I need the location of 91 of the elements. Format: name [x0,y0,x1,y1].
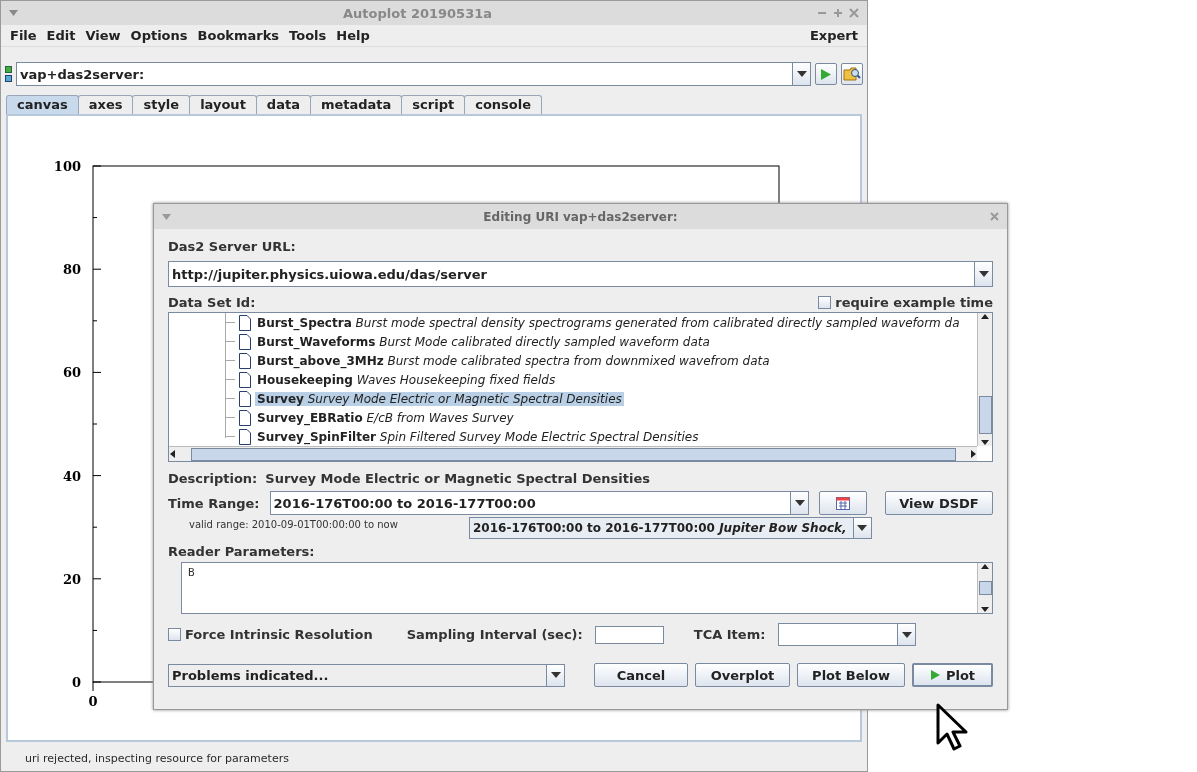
field-label: Description: [168,471,258,486]
maximize-icon[interactable] [833,8,843,18]
dataset-item[interactable]: Burst_Spectra Burst mode spectral density spectrograms generated from calibrated directly sampled waveform da [255,315,962,330]
field-label: Sampling Interval (sec): [406,627,583,642]
menu-item[interactable]: Tools [284,28,332,43]
document-icon [239,409,251,426]
menu-item[interactable]: View [80,28,126,43]
browse-button[interactable] [841,63,863,85]
scroll-left-icon[interactable] [169,450,177,458]
menu-icon[interactable] [162,213,171,220]
dataset-item[interactable]: Survey_SpinFilter Spin Filtered Survey Mode Electric Spectral Densities [255,429,701,444]
vertical-scrollbar[interactable] [977,563,992,613]
dataset-item[interactable]: Housekeeping Waves Housekeeping fixed fields [255,372,558,387]
field-label: Das2 Server URL: [168,239,297,254]
tab[interactable]: style [132,95,191,114]
play-icon [929,669,941,681]
tick-label: 100 [53,159,81,174]
view-dsdf-button[interactable]: View DSDF [884,491,993,515]
document-icon [239,390,251,407]
document-icon [239,352,251,369]
dialog-button[interactable]: Cancel [594,663,688,687]
scroll-down-icon[interactable] [981,605,989,613]
menu-item[interactable]: File [5,28,42,43]
pointer-icon [936,703,970,751]
status-message: uri rejected, inspecting resource for parameters [24,750,290,767]
reader-parameters-field[interactable]: B [181,562,993,614]
caret-icon [857,525,868,531]
dialog-button[interactable]: Plot [912,663,993,687]
caret-icon [795,500,805,506]
field-label: Data Set Id: [168,295,256,310]
scroll-up-icon[interactable] [981,313,989,321]
dialog-title: Editing URI vap+das2server: [482,209,679,224]
tick-label: 60 [62,365,81,381]
server-url-combo[interactable]: http://jupiter.physics.uiowa.edu/das/server [168,261,993,287]
play-icon [820,67,832,81]
menu-item[interactable]: Expert [805,28,863,43]
field-label: TCA Item: [693,627,766,642]
dataset-item[interactable]: Survey_EBRatio E/cB from Waves Survey [255,410,516,425]
tick-label: 0 [88,694,98,709]
scroll-right-icon[interactable] [969,450,977,458]
tab[interactable]: layout [189,95,257,114]
tab[interactable]: console [464,95,543,114]
checkbox-label: Force Intrinsic Resolution [185,627,373,642]
time-range-combo[interactable]: 2016-176T00:00 to 2016-177T00:00 [269,491,810,515]
horizontal-scrollbar[interactable] [169,446,977,461]
valid-range-text: valid range: 2010-09-01T00:00:00 to now [189,519,399,530]
problems-combo[interactable]: Problems indicated... [168,663,565,687]
field-label: Reader Parameters: [168,544,316,559]
tick-label: 20 [62,571,81,587]
menu-item[interactable]: Help [331,28,375,43]
document-icon [239,428,251,445]
checkbox-label: require example time [835,295,993,310]
caret-icon [550,672,561,678]
window-title: Autoplot 20190531a [342,5,493,21]
vertical-scrollbar[interactable] [977,313,992,446]
dialog-button[interactable]: Overplot [695,663,790,687]
description-text: Survey Mode Electric or Magnetic Spectral Densities [265,471,650,486]
checkbox[interactable] [168,628,181,641]
field-label: Time Range: [168,495,260,511]
dataset-item[interactable]: Survey Survey Mode Electric or Magnetic Spectral Densities [255,391,624,406]
play-button[interactable] [815,63,837,85]
calendar-button[interactable] [819,491,867,515]
uri-combo[interactable]: vap+das2server: [16,62,811,86]
menu-icon[interactable] [9,10,18,16]
example-time-combo[interactable]: 2016-176T00:00 to 2016-177T00:00 Jupiter Bow Shock, [469,517,872,539]
close-icon[interactable] [990,212,999,221]
menu-item[interactable]: Edit [41,28,81,43]
tab[interactable]: canvas [6,95,79,114]
tab[interactable]: script [401,95,466,114]
document-icon [239,333,251,350]
caret-icon [796,71,807,77]
calendar-icon [836,496,851,510]
menu-item[interactable]: Bookmarks [192,28,285,43]
tick-label: 80 [62,262,81,278]
tick-label: 0 [71,675,81,690]
sampling-interval-field[interactable] [594,625,664,644]
tca-item-combo[interactable] [778,623,917,646]
checkbox[interactable] [818,296,832,309]
dataset-item[interactable]: Burst_above_3MHz Burst mode calibrated spectra from downmixed wavefrom data [255,353,772,368]
caret-icon [901,631,912,638]
menu-item[interactable]: Options [125,28,193,43]
folder-icon [843,66,861,82]
caret-icon [978,271,989,277]
document-icon [239,371,251,388]
close-icon[interactable] [849,8,859,18]
scroll-down-icon[interactable] [981,438,989,446]
dialog-button[interactable]: Plot Below [797,663,905,687]
scroll-up-icon[interactable] [981,563,989,571]
status-icon [5,66,12,82]
tick-label: 40 [62,468,81,484]
dataset-item[interactable]: Burst_Waveforms Burst Mode calibrated directly sampled waveform data [255,334,712,349]
